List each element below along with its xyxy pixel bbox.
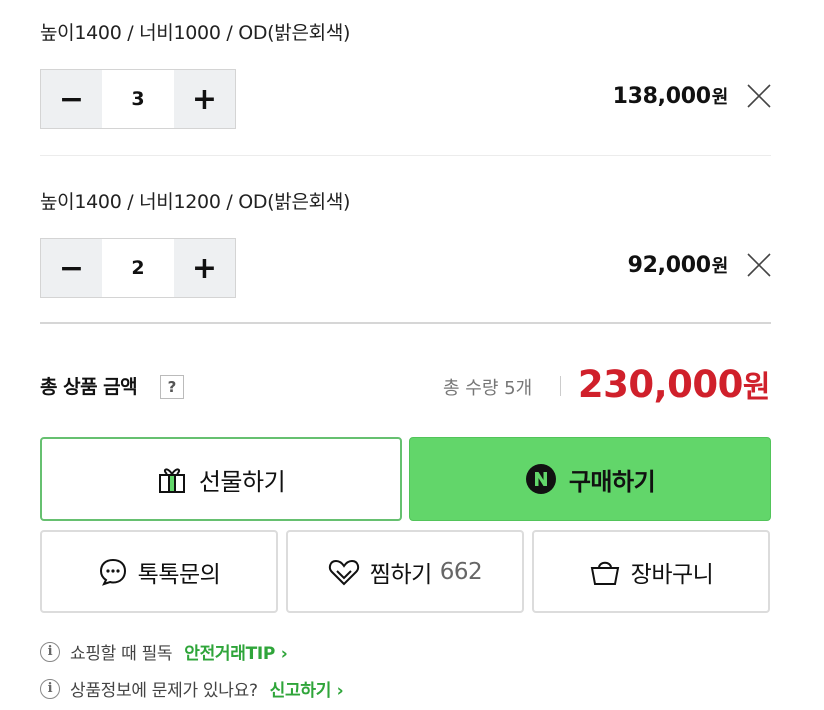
- quantity-value[interactable]: 3: [102, 70, 174, 128]
- buy-label: 구매하기: [568, 467, 656, 496]
- wish-button[interactable]: 찜하기 662: [286, 530, 524, 613]
- option-name: 높이1400 / 너비1200 / OD(밝은회색): [40, 191, 351, 213]
- total-label: 총 상품 금액: [40, 376, 138, 398]
- option-name: 높이1400 / 너비1000 / OD(밝은회색): [40, 22, 351, 44]
- minus-icon: −: [58, 250, 85, 286]
- total-price-value: 230,000: [577, 363, 744, 406]
- chat-icon: [99, 558, 126, 586]
- price-value: 92,000: [627, 253, 711, 278]
- notice-report: i 상품정보에 문제가 있나요? 신고하기 ›: [40, 676, 344, 701]
- chevron-right-icon: ›: [336, 681, 344, 701]
- naver-pay-icon: [525, 464, 556, 494]
- quantity-stepper: − 2 +: [40, 238, 236, 298]
- minus-icon: −: [58, 81, 85, 117]
- notice-text: 쇼핑할 때 필독: [70, 644, 173, 664]
- buy-button[interactable]: 구매하기: [409, 437, 771, 521]
- help-button[interactable]: ?: [160, 375, 184, 399]
- remove-item-button[interactable]: [746, 83, 772, 109]
- price-value: 138,000: [612, 84, 711, 109]
- info-icon: i: [40, 641, 60, 662]
- plus-icon: +: [191, 250, 218, 286]
- wish-label: 찜하기: [369, 561, 432, 588]
- total-price: 230,000원: [577, 362, 771, 406]
- talk-label: 톡톡문의: [137, 561, 221, 588]
- quantity-value[interactable]: 2: [102, 239, 174, 297]
- heart-icon: [328, 559, 359, 585]
- separator: [560, 376, 561, 396]
- remove-item-button[interactable]: [746, 252, 772, 278]
- safe-trade-tip-link[interactable]: 안전거래TIP ›: [184, 639, 287, 664]
- total-quantity: 총 수량 5개: [443, 378, 533, 399]
- item-price: 92,000원: [627, 252, 729, 278]
- increase-button[interactable]: +: [174, 239, 235, 297]
- increase-button[interactable]: +: [174, 70, 235, 128]
- decrease-button[interactable]: −: [41, 70, 102, 128]
- notice-text: 상품정보에 문제가 있나요?: [70, 681, 258, 701]
- item-divider: [40, 155, 771, 156]
- currency: 원: [711, 256, 729, 277]
- link-label: 안전거래TIP: [184, 644, 276, 664]
- plus-icon: +: [191, 81, 218, 117]
- gift-label: 선물하기: [198, 467, 286, 496]
- close-icon: [747, 84, 771, 108]
- currency: 원: [711, 87, 729, 108]
- notice-safe-trade: i 쇼핑할 때 필독 안전거래TIP ›: [40, 639, 288, 664]
- close-icon: [747, 253, 771, 277]
- chevron-right-icon: ›: [280, 644, 288, 664]
- item-price: 138,000원: [612, 83, 729, 109]
- report-link[interactable]: 신고하기 ›: [270, 676, 344, 701]
- cart-button[interactable]: 장바구니: [532, 530, 770, 613]
- cart-label: 장바구니: [630, 561, 714, 588]
- decrease-button[interactable]: −: [41, 239, 102, 297]
- info-icon: i: [40, 678, 60, 699]
- cart-icon: [590, 561, 619, 585]
- wish-count: 662: [439, 558, 483, 585]
- talk-inquiry-button[interactable]: 톡톡문의: [40, 530, 278, 613]
- currency: 원: [742, 370, 771, 405]
- quantity-stepper: − 3 +: [40, 69, 236, 129]
- link-label: 신고하기: [269, 681, 332, 701]
- gift-icon: [158, 468, 185, 493]
- total-divider: [40, 322, 771, 324]
- gift-button[interactable]: 선물하기: [40, 437, 402, 521]
